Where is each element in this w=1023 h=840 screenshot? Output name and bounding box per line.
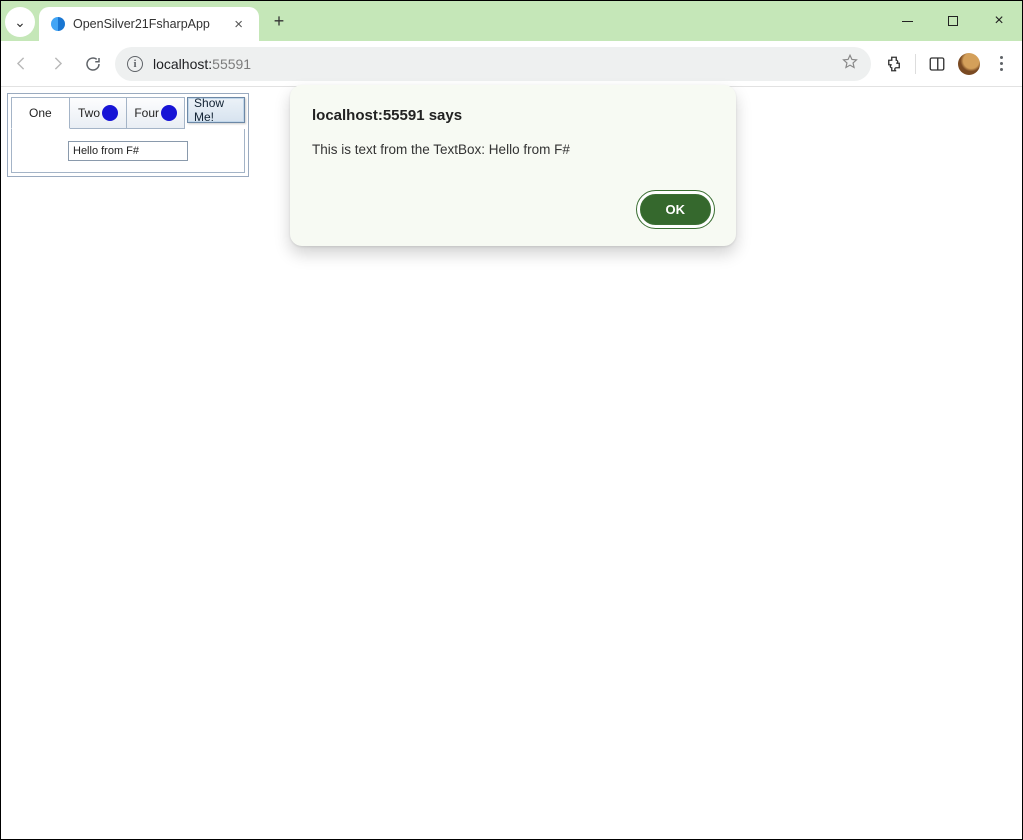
window-close-button[interactable]: ×	[976, 1, 1022, 41]
favicon-icon	[51, 17, 65, 31]
app-tab-content	[11, 129, 245, 173]
reload-button[interactable]	[79, 50, 107, 78]
window-maximize-button[interactable]	[930, 1, 976, 41]
alert-actions: OK	[312, 191, 714, 228]
close-icon: ×	[994, 12, 1003, 30]
app-tabstrip: One Two Four Show Me!	[11, 97, 245, 129]
chevron-down-icon: ⌄	[14, 14, 26, 31]
alert-ok-button[interactable]: OK	[637, 191, 715, 228]
new-tab-button[interactable]: +	[265, 7, 293, 35]
app-panel: One Two Four Show Me!	[7, 93, 249, 177]
url-text: localhost:55591	[153, 56, 831, 72]
alert-dialog: localhost:55591 says This is text from t…	[290, 85, 736, 246]
show-me-label: Show Me!	[194, 96, 238, 124]
tab-search-button[interactable]: ⌄	[5, 7, 35, 37]
separator	[915, 54, 916, 74]
window-controls: ×	[884, 1, 1022, 41]
profile-avatar[interactable]	[958, 53, 980, 75]
ok-label: OK	[666, 202, 686, 217]
app-tab-one[interactable]: One	[11, 97, 70, 129]
window-titlebar: ⌄ OpenSilver21FsharpApp × + ×	[1, 1, 1022, 41]
toolbar-right	[879, 53, 1016, 75]
reload-icon	[84, 55, 102, 73]
message-textbox[interactable]	[68, 141, 188, 161]
site-info-icon[interactable]: i	[127, 56, 143, 72]
alert-message: This is text from the TextBox: Hello fro…	[312, 142, 714, 157]
browser-tab[interactable]: OpenSilver21FsharpApp ×	[39, 7, 259, 41]
alert-title: localhost:55591 says	[312, 107, 714, 124]
chrome-menu-button[interactable]	[992, 55, 1010, 73]
tab-title: OpenSilver21FsharpApp	[73, 17, 210, 31]
star-icon	[841, 53, 859, 71]
arrow-right-icon	[49, 55, 66, 72]
side-panel-button[interactable]	[928, 55, 946, 73]
page-viewport: One Two Four Show Me! localhost:55591 sa…	[1, 87, 1022, 839]
app-tab-four[interactable]: Four	[126, 97, 185, 129]
extensions-button[interactable]	[885, 55, 903, 73]
address-bar[interactable]: i localhost:55591	[115, 47, 871, 81]
app-tab-two[interactable]: Two	[69, 97, 128, 129]
puzzle-icon	[885, 55, 903, 73]
blue-dot-icon	[161, 105, 177, 121]
show-me-button[interactable]: Show Me!	[187, 97, 245, 123]
app-tab-label: One	[29, 106, 52, 120]
bookmark-button[interactable]	[841, 53, 859, 74]
url-host: localhost:	[153, 56, 212, 72]
forward-button[interactable]	[43, 50, 71, 78]
maximize-icon	[948, 16, 958, 26]
url-port: 55591	[212, 56, 251, 72]
arrow-left-icon	[13, 55, 30, 72]
tab-close-button[interactable]: ×	[230, 16, 247, 33]
app-tab-label: Four	[134, 106, 159, 120]
minimize-icon	[902, 21, 913, 22]
window-minimize-button[interactable]	[884, 1, 930, 41]
app-tab-label: Two	[78, 106, 100, 120]
browser-toolbar: i localhost:55591	[1, 41, 1022, 87]
blue-dot-icon	[102, 105, 118, 121]
kebab-icon	[1000, 56, 1003, 71]
panel-icon	[928, 55, 946, 73]
back-button[interactable]	[7, 50, 35, 78]
